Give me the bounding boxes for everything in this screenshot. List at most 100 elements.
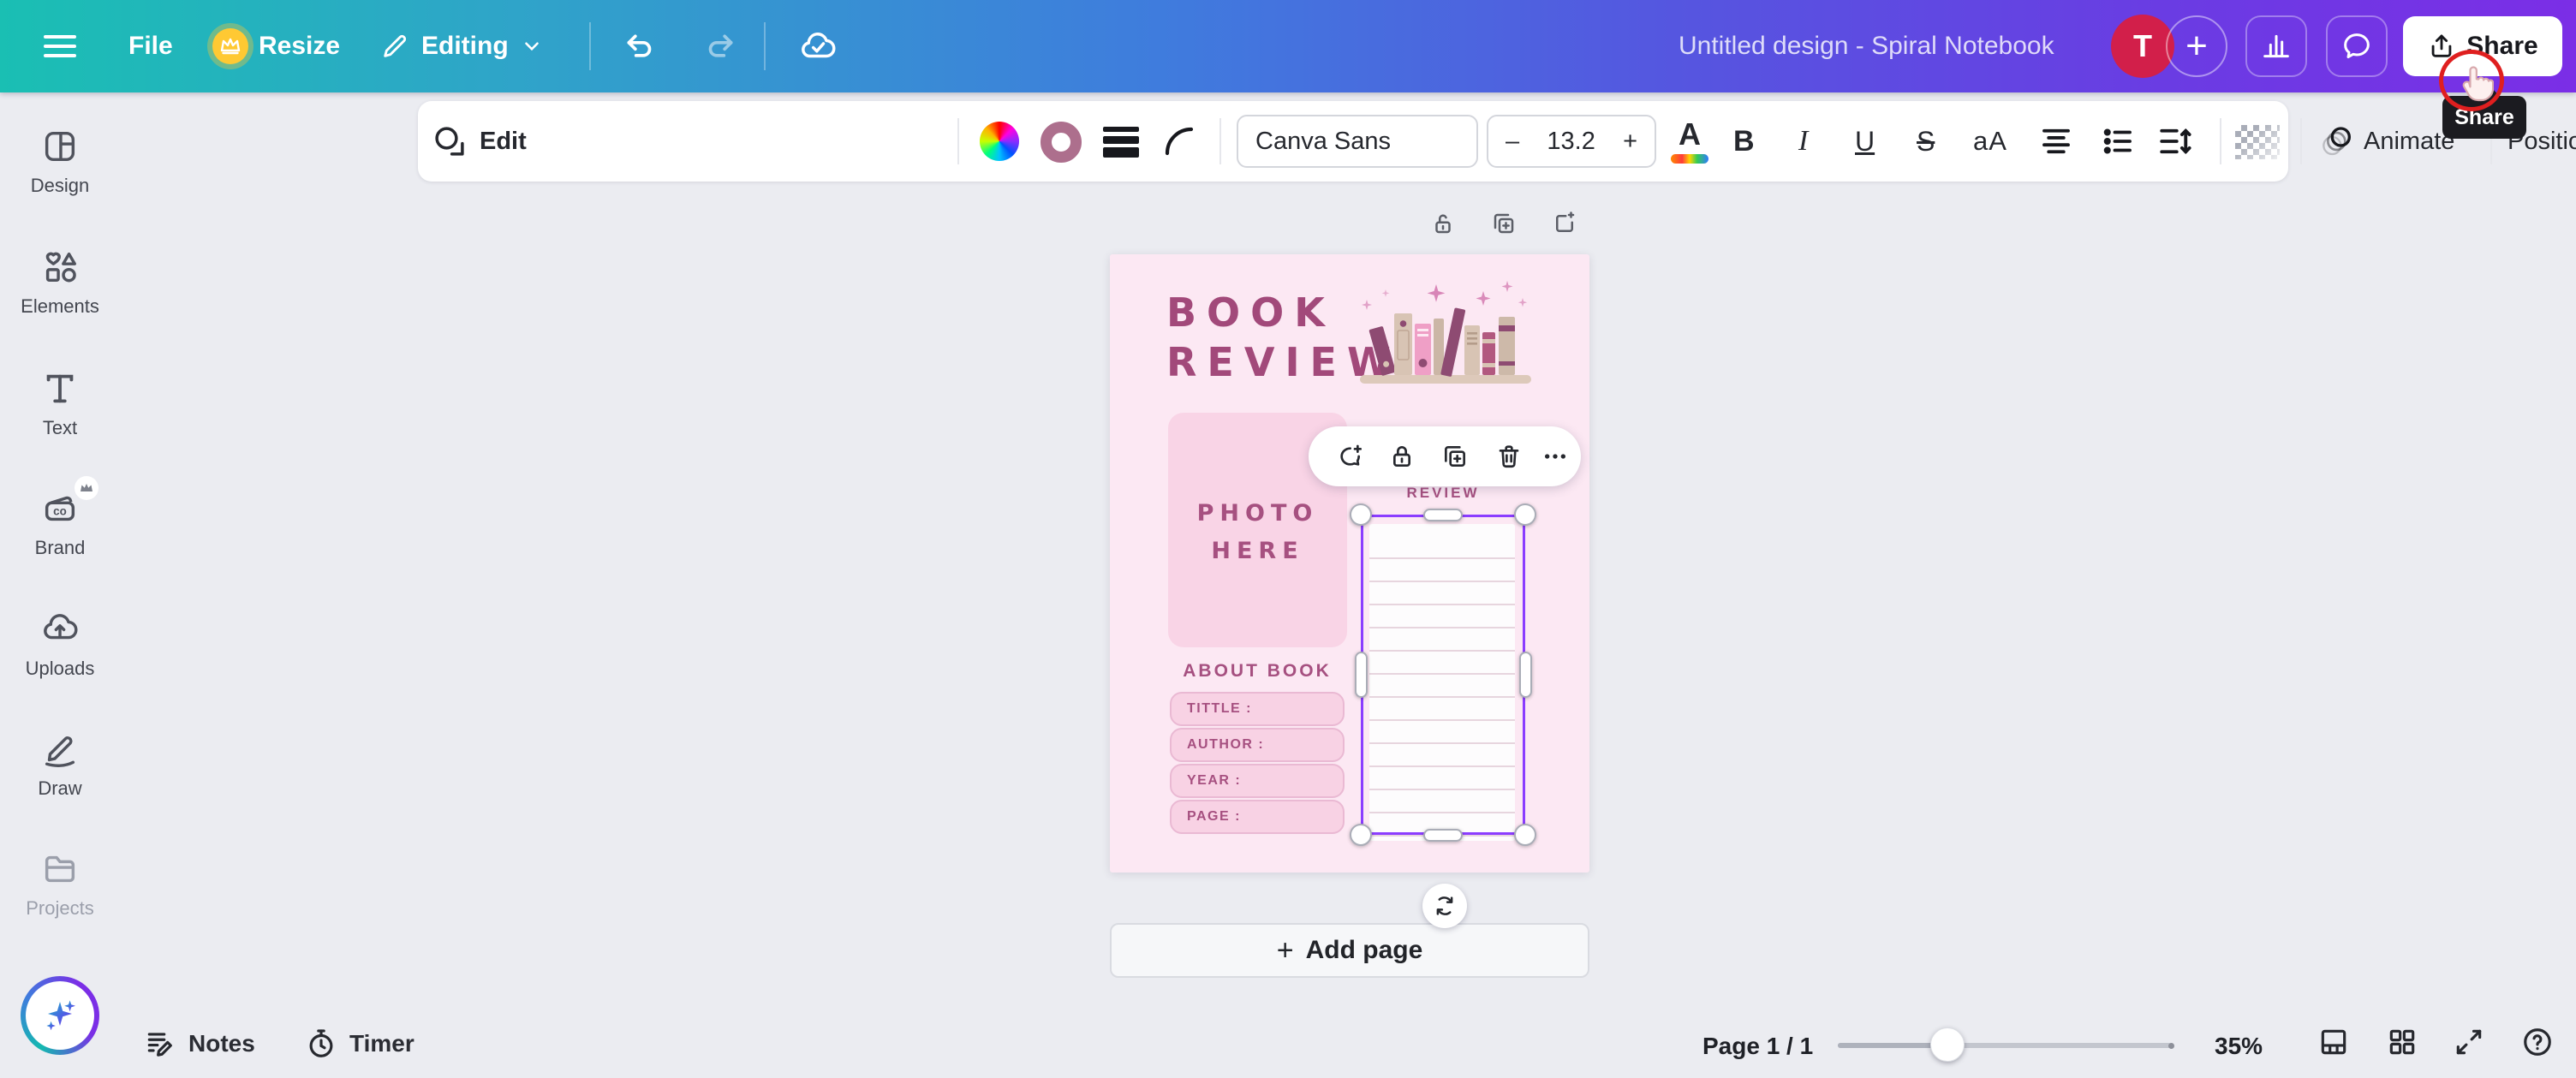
text-case-button[interactable]: aA: [1973, 101, 2007, 182]
field-author[interactable]: AUTHOR :: [1170, 728, 1345, 762]
timer-button[interactable]: Timer: [305, 1027, 414, 1060]
notes-button[interactable]: Notes: [144, 1027, 255, 1060]
pages-view-icon[interactable]: [2317, 1026, 2352, 1060]
add-page-label: Add page: [1305, 936, 1423, 964]
sidebar-item-brand[interactable]: co Brand: [0, 476, 120, 583]
font-name: Canva Sans: [1255, 127, 1391, 155]
sidebar-item-text[interactable]: Text: [0, 367, 120, 463]
curve-icon[interactable]: [1161, 123, 1197, 159]
selection-handle-bottom[interactable]: [1423, 829, 1463, 842]
sidebar-item-elements[interactable]: Elements: [0, 246, 120, 342]
sidebar-label: Elements: [21, 295, 99, 317]
font-size-value[interactable]: 13.2: [1547, 128, 1595, 156]
review-section-label[interactable]: REVIEW: [1361, 485, 1525, 502]
comment-add-icon[interactable]: [1338, 443, 1365, 470]
field-label: YEAR :: [1187, 773, 1242, 788]
transparency-icon[interactable]: [2235, 125, 2280, 159]
font-size-increase[interactable]: +: [1623, 128, 1637, 156]
sidebar-item-uploads[interactable]: Uploads: [0, 608, 120, 704]
editing-label: Editing: [421, 32, 509, 60]
avatar[interactable]: T: [2111, 15, 2174, 78]
font-family-selector[interactable]: Canva Sans: [1237, 115, 1478, 168]
add-member-button[interactable]: +: [2166, 15, 2227, 77]
insights-chart-icon[interactable]: [2245, 15, 2307, 77]
field-title[interactable]: TITTLE :: [1170, 692, 1345, 726]
photo-line-1: PHOTO: [1196, 500, 1319, 527]
grid-view-icon[interactable]: [2386, 1026, 2420, 1060]
about-book-label[interactable]: ABOUT BOOK: [1170, 661, 1345, 682]
selection-handle-bottom-right[interactable]: [1514, 824, 1536, 846]
font-size-decrease[interactable]: –: [1506, 128, 1519, 156]
comments-icon[interactable]: [2326, 15, 2388, 77]
edit-button[interactable]: Edit: [432, 101, 527, 182]
strikethrough-glyph: S: [1917, 125, 1935, 157]
file-label: File: [128, 32, 173, 60]
redo-button[interactable]: [697, 24, 745, 68]
page-export-icon[interactable]: [1552, 211, 1577, 236]
alignment-button[interactable]: [2038, 101, 2074, 182]
line-weight-icon[interactable]: [1103, 127, 1139, 158]
selection-box[interactable]: [1361, 515, 1525, 835]
strikethrough-button[interactable]: S: [1917, 101, 1935, 182]
text-color-button[interactable]: A: [1670, 101, 1709, 182]
sidebar-label: Projects: [26, 897, 94, 919]
page-indicator[interactable]: Page 1 / 1: [1702, 1033, 1813, 1060]
selection-handle-left[interactable]: [1355, 652, 1368, 698]
pro-crown-icon: [212, 28, 248, 64]
field-year[interactable]: YEAR :: [1170, 764, 1345, 798]
rotate-page-button[interactable]: [1422, 884, 1467, 928]
sidebar-label: Design: [30, 175, 90, 196]
undo-button[interactable]: [615, 24, 663, 68]
field-label: TITTLE :: [1187, 701, 1252, 716]
underline-button[interactable]: U: [1855, 101, 1875, 182]
zoom-slider-end-dot: [2168, 1043, 2174, 1049]
header-divider: [764, 22, 766, 70]
duplicate-icon[interactable]: [1441, 443, 1469, 470]
line-spacing-button[interactable]: [2156, 101, 2194, 182]
zoom-slider-thumb[interactable]: [1930, 1027, 1965, 1062]
bold-button[interactable]: B: [1733, 101, 1755, 182]
elements-icon: [0, 246, 120, 289]
book-review-title[interactable]: BOOK REVIEW: [1166, 288, 1391, 387]
fullscreen-icon[interactable]: [2453, 1026, 2487, 1060]
text-icon: [0, 367, 120, 410]
more-options-icon[interactable]: [1541, 443, 1569, 470]
sidebar-item-projects[interactable]: Projects: [0, 848, 120, 944]
animate-button[interactable]: Animate: [2321, 101, 2454, 182]
font-size-stepper[interactable]: – 13.2 +: [1487, 115, 1656, 168]
help-icon[interactable]: [2521, 1026, 2555, 1060]
resize-button[interactable]: Resize: [212, 24, 340, 68]
zoom-percentage[interactable]: 35%: [2215, 1033, 2263, 1060]
selection-handle-right[interactable]: [1519, 652, 1532, 698]
selection-handle-bottom-left[interactable]: [1350, 824, 1372, 846]
file-menu-button[interactable]: File: [128, 24, 173, 68]
toolbar-divider: [1219, 118, 1221, 164]
edit-label: Edit: [480, 127, 527, 155]
document-title[interactable]: Untitled design - Spiral Notebook: [1679, 32, 2081, 61]
trash-icon[interactable]: [1495, 443, 1523, 470]
page-duplicate-icon[interactable]: [1491, 211, 1517, 236]
italic-glyph: I: [1798, 125, 1809, 157]
bulleted-list-button[interactable]: [2100, 101, 2136, 182]
element-toolbar: [1309, 426, 1581, 486]
selection-handle-top-right[interactable]: [1514, 503, 1536, 526]
fill-color-wheel-icon[interactable]: [980, 122, 1019, 161]
timer-label: Timer: [349, 1030, 414, 1057]
selection-handle-top-left[interactable]: [1350, 503, 1372, 526]
selection-handle-top[interactable]: [1423, 509, 1463, 521]
editing-mode-dropdown[interactable]: Editing: [380, 24, 543, 68]
cloud-saved-icon[interactable]: [791, 21, 844, 72]
field-page[interactable]: PAGE :: [1170, 800, 1345, 834]
italic-button[interactable]: I: [1798, 101, 1808, 182]
menu-icon[interactable]: [38, 24, 82, 68]
sidebar-item-draw[interactable]: Draw: [0, 728, 120, 824]
lock-icon[interactable]: [1388, 443, 1416, 470]
ai-assistant-button[interactable]: [26, 981, 94, 1050]
border-color-icon[interactable]: [1041, 122, 1082, 163]
page-unlock-icon[interactable]: [1430, 211, 1456, 236]
sidebar-item-design[interactable]: Design: [0, 125, 120, 221]
books-illustration-icon[interactable]: [1355, 279, 1536, 389]
sparkles-icon: [46, 1000, 75, 1031]
add-page-button[interactable]: + Add page: [1110, 923, 1589, 978]
plus-icon: +: [1276, 933, 1294, 967]
